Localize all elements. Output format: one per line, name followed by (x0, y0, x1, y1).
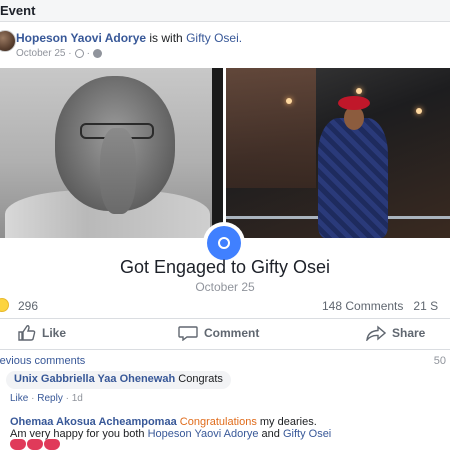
ring-icon (207, 226, 241, 260)
comment-label: Comment (204, 326, 260, 340)
post-stats: 296 148 Comments 21 S (0, 296, 450, 316)
photo-man[interactable] (0, 68, 223, 238)
comment-line-1: Ohemaa Akosua Acheampomaa Congratulation… (10, 416, 448, 428)
photo-hand (100, 128, 136, 214)
photo-window (226, 68, 316, 188)
ring-shape (218, 237, 230, 249)
post-author-line: Hopeson Yaovi Adorye is with Gifty Osei. (16, 31, 242, 45)
page-header: Event (0, 0, 450, 22)
shares-count[interactable]: 21 S (413, 299, 438, 313)
heart-icon (44, 439, 60, 450)
page-title: Event (0, 3, 36, 18)
tagged-link[interactable]: Gifty Osei. (186, 31, 242, 45)
comment-item: Unix Gabbriella Yaa Ohenewah Congrats (6, 371, 231, 389)
author-link[interactable]: Hopeson Yaovi Adorye (16, 31, 146, 45)
comment-author[interactable]: Unix Gabbriella Yaa Ohenewah (14, 373, 175, 385)
photo-lamp (416, 108, 422, 114)
action-bar: Like Comment Share (0, 322, 450, 346)
event-title: Got Engaged to Gifty Osei (119, 257, 331, 277)
share-button[interactable]: Share (366, 325, 425, 341)
photo-lamp (356, 88, 362, 94)
heart-emojis (10, 439, 60, 450)
comment-highlight: Congratulations (179, 416, 257, 428)
like-label: Like (42, 326, 67, 340)
previous-comments-row: revious comments 50 (0, 355, 450, 371)
comment-actions: Like · Reply · 1d (10, 393, 83, 404)
heart-icon (10, 439, 26, 450)
comment-item: Ohemaa Akosua Acheampomaa Congratulation… (10, 416, 448, 440)
thumbs-up-icon (18, 325, 36, 341)
comment-like-link[interactable]: Like (10, 393, 28, 404)
event-date: October 25 (195, 280, 255, 294)
like-button[interactable]: Like (18, 325, 66, 341)
photo-dress (318, 118, 388, 238)
clock-icon (74, 49, 84, 58)
comments-count[interactable]: 148 Comments (322, 299, 403, 313)
post-meta: October 25 · · (16, 48, 102, 59)
globe-icon[interactable] (92, 49, 102, 58)
previous-comments-count: 50 (433, 355, 446, 367)
dot-separator: · (86, 48, 90, 59)
comment-text: Congrats (178, 373, 223, 385)
with-text: is with (149, 31, 183, 45)
post-date[interactable]: October 25 · (16, 48, 72, 59)
divider (0, 318, 450, 319)
photo-hat (338, 96, 370, 110)
reaction-count[interactable]: 296 (18, 299, 38, 313)
heart-icon (27, 439, 43, 450)
share-label: Share (392, 326, 426, 340)
avatar[interactable] (0, 30, 16, 52)
photo-lamp (286, 98, 292, 104)
comment-button[interactable]: Comment (178, 325, 259, 341)
wow-icon[interactable] (0, 298, 9, 312)
comment-text: and (261, 428, 280, 440)
comment-icon (178, 326, 198, 341)
comment-author[interactable]: Ohemaa Akosua Acheampomaa (10, 416, 177, 428)
post-header: Hopeson Yaovi Adorye is with Gifty Osei.… (0, 28, 450, 62)
comment-line-2: Am very happy for you both Hopeson Yaovi… (10, 428, 448, 440)
mention-link[interactable]: Hopeson Yaovi Adorye (148, 428, 259, 440)
photo-frame (212, 68, 223, 238)
comment-reply-link[interactable]: Reply (37, 393, 63, 404)
comment-time[interactable]: 1d (72, 393, 83, 404)
mention-link[interactable]: Gifty Osei (283, 428, 331, 440)
share-icon (366, 325, 386, 341)
divider (0, 349, 450, 350)
comments-share-count[interactable]: 148 Comments 21 S (322, 299, 438, 313)
view-previous-comments[interactable]: revious comments (0, 355, 85, 367)
photo-woman[interactable] (226, 68, 450, 238)
comment-text: my dearies. (259, 416, 317, 428)
event-photos (0, 68, 450, 238)
